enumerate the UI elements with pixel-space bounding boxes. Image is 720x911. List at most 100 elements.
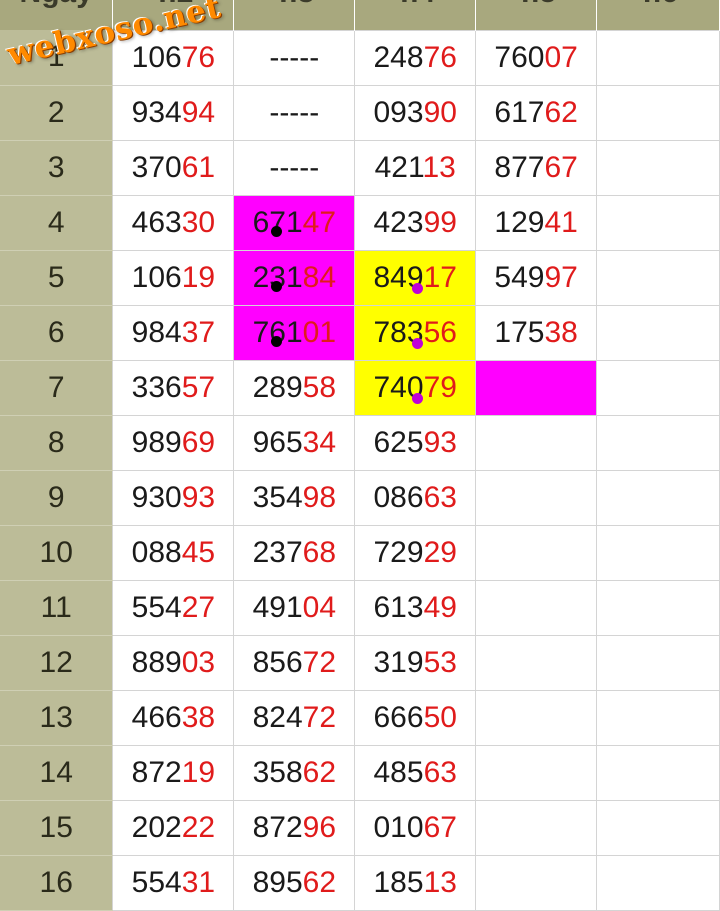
result-cell-thu: 76007 (475, 29, 598, 86)
number-head: 202 (131, 810, 182, 844)
number-tail: 84 (302, 260, 337, 294)
number-tail: 72 (302, 645, 337, 679)
result-cell-mon: 93494 (112, 84, 235, 141)
number-head: 666 (373, 700, 424, 734)
number-tail: 61 (181, 150, 216, 184)
purple-dot-marker (412, 282, 424, 294)
day-cell: 12 (0, 635, 113, 691)
table-row: 16 55431 89562 18513 (0, 854, 720, 911)
number-tail: 99 (423, 205, 457, 239)
number-tail: 47 (302, 205, 337, 239)
number-head: 185 (373, 865, 424, 899)
number-head: 423 (373, 205, 424, 239)
table-row: 10 08845 23768 72929 (0, 524, 720, 581)
result-cell-thu (475, 469, 598, 526)
number-head: 554 (131, 590, 182, 624)
result-cell-tue: 23184 (233, 249, 356, 306)
result-cell-mon: 20222 (112, 799, 235, 856)
number-tail: 17 (423, 260, 457, 294)
number-head: 485 (373, 755, 424, 789)
result-cell-fri (596, 524, 720, 581)
result-cell-mon: 10619 (112, 249, 235, 306)
number-tail: 27 (181, 590, 216, 624)
result-cell-mon: 08845 (112, 524, 235, 581)
table-row: 12 88903 85672 31953 (0, 634, 720, 691)
purple-dot-marker (412, 392, 424, 404)
result-cell-thu (475, 634, 598, 691)
result-cell-thu (475, 744, 598, 801)
day-cell: 14 (0, 745, 113, 801)
result-cell-wed: 48563 (354, 744, 477, 801)
number-tail: 50 (423, 700, 457, 734)
result-cell-fri (596, 139, 720, 196)
result-cell-mon: 93093 (112, 469, 235, 526)
result-cell-fri (596, 854, 720, 911)
number-head: 930 (131, 480, 182, 514)
number-tail: 04 (302, 590, 337, 624)
number-tail: 13 (423, 865, 457, 899)
result-cell-tue: 35862 (233, 744, 356, 801)
number-head: 319 (373, 645, 424, 679)
number-tail: 49 (423, 590, 457, 624)
day-cell: 13 (0, 690, 113, 746)
header-day: Ngày (0, 0, 114, 30)
result-cell-fri (596, 359, 720, 416)
result-cell-fri (596, 249, 720, 306)
number-head: 336 (131, 370, 182, 404)
result-cell-mon: 55427 (112, 579, 235, 636)
number-tail: 03 (181, 645, 216, 679)
number-head: 237 (252, 535, 303, 569)
number-head: 617 (494, 95, 545, 129)
number-tail: 97 (544, 260, 578, 294)
result-cell-tue: 49104 (233, 579, 356, 636)
number-tail: 19 (181, 260, 216, 294)
number-tail: 96 (302, 810, 337, 844)
result-cell-tue: 35498 (233, 469, 356, 526)
number-head: 175 (494, 315, 545, 349)
result-cell-wed: 84917 (354, 249, 477, 306)
number-head: 872 (252, 810, 303, 844)
result-cell-mon: 98437 (112, 304, 235, 361)
result-cell-fri (596, 579, 720, 636)
result-cell-thu (475, 359, 598, 416)
result-cell-tue: ----- (233, 84, 356, 141)
result-cell-mon: 87219 (112, 744, 235, 801)
number-head: 106 (131, 40, 182, 74)
result-cell-wed: 42399 (354, 194, 477, 251)
number-head: 354 (252, 480, 303, 514)
number-head: 093 (373, 95, 424, 129)
number-tail: 63 (423, 755, 457, 789)
result-cell-wed: 74079 (354, 359, 477, 416)
result-cell-thu (475, 579, 598, 636)
number-head: 895 (252, 865, 303, 899)
header-col-thu: T.5 (475, 0, 598, 30)
result-cell-wed: 62593 (354, 414, 477, 471)
result-cell-tue: 87296 (233, 799, 356, 856)
number-head: 370 (131, 150, 182, 184)
result-cell-thu: 17538 (475, 304, 598, 361)
result-cell-fri (596, 414, 720, 471)
header-col-wed: T.4 (354, 0, 477, 30)
number-tail: 62 (544, 95, 578, 129)
result-cell-wed: 31953 (354, 634, 477, 691)
number-tail: 34 (302, 425, 337, 459)
number-tail: 67 (544, 150, 578, 184)
number-head: 463 (131, 205, 182, 239)
table-row: 2 93494 ----- 09390 61762 (0, 84, 720, 141)
result-cell-fri (596, 744, 720, 801)
day-cell: 10 (0, 525, 113, 581)
number-tail: 69 (181, 425, 216, 459)
result-cell-tue: ----- (233, 139, 356, 196)
table-row: 3 37061 ----- 42113 87767 (0, 139, 720, 196)
result-cell-wed: 66650 (354, 689, 477, 746)
result-cell-wed: 78356 (354, 304, 477, 361)
number-head: ----- (269, 150, 320, 184)
table-header: Ngày T.2 T.3 T.4 T.5 T.6 (0, 0, 720, 30)
number-tail: 45 (181, 535, 216, 569)
number-head: 856 (252, 645, 303, 679)
number-head: 010 (373, 810, 424, 844)
result-cell-thu: 54997 (475, 249, 598, 306)
number-head: 877 (494, 150, 545, 184)
day-cell: 7 (0, 360, 113, 416)
lottery-results-table: Ngày T.2 T.3 T.4 T.5 T.6 110676-----2487… (0, 0, 720, 911)
